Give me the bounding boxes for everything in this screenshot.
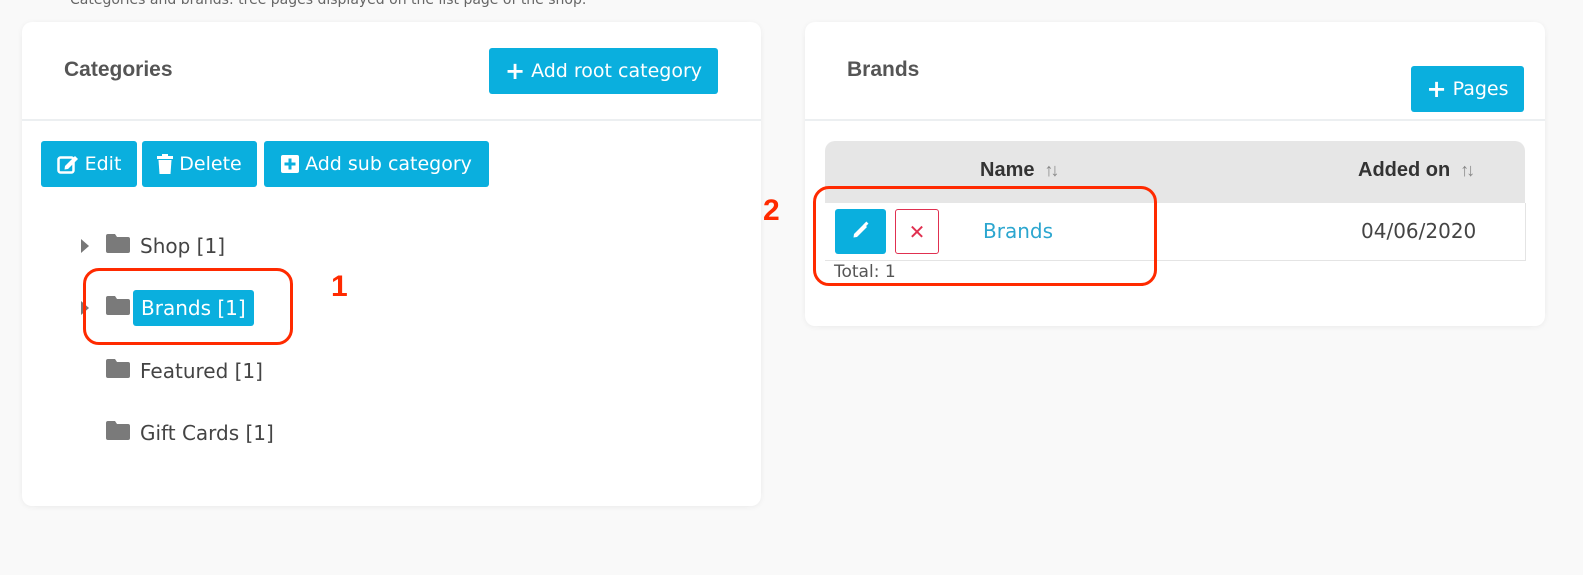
categories-card: Categories + Add root category Edit Dele… (22, 22, 761, 506)
tree-node-shop[interactable]: Shop [1] (22, 233, 422, 259)
add-root-category-button[interactable]: + Add root category (489, 48, 718, 94)
plus-square-icon (281, 155, 300, 173)
categories-header: Categories + Add root category (22, 22, 761, 121)
plus-icon: + (504, 57, 526, 85)
brands-card: Brands + Pages Name ↑↓ Added on ↑↓ ✕ Bra… (805, 22, 1545, 326)
brands-title: Brands (847, 58, 920, 81)
brands-header: Brands + Pages (805, 22, 1545, 121)
column-label: Added on (1358, 159, 1451, 181)
pages-label: Pages (1452, 78, 1509, 100)
page-description: Categories and brands: tree pages displa… (70, 0, 587, 8)
column-name-header[interactable]: Name ↑↓ (980, 159, 1059, 182)
annotation-number-1: 1 (331, 270, 348, 303)
tree-node-featured[interactable]: Featured [1] (22, 358, 422, 384)
pencil-icon (852, 221, 870, 243)
tree-label-selected: Brands [1] (133, 290, 254, 326)
categories-title: Categories (64, 58, 173, 81)
folder-icon (106, 296, 130, 320)
row-added-on: 04/06/2020 (1361, 219, 1477, 243)
row-name-link[interactable]: Brands (983, 219, 1053, 243)
sort-icon[interactable]: ↑↓ (1044, 160, 1059, 181)
caret-right-icon[interactable] (81, 301, 89, 315)
delete-button[interactable]: Delete (142, 141, 257, 187)
plus-icon: + (1426, 75, 1447, 103)
total-count: Total: 1 (834, 262, 896, 282)
add-sub-category-label: Add sub category (305, 153, 472, 175)
annotation-number-2: 2 (763, 194, 780, 227)
tree-label: Gift Cards [1] (140, 421, 274, 445)
row-delete-button[interactable]: ✕ (895, 209, 939, 254)
folder-icon (106, 234, 130, 258)
sort-icon[interactable]: ↑↓ (1460, 160, 1475, 181)
folder-icon (106, 421, 130, 445)
caret-right-icon[interactable] (81, 239, 89, 253)
tree-label: Shop [1] (140, 234, 225, 258)
close-icon: ✕ (908, 219, 926, 244)
add-root-category-label: Add root category (531, 60, 703, 82)
tree-label: Featured [1] (140, 359, 263, 383)
edit-icon (56, 154, 79, 174)
delete-label: Delete (179, 153, 242, 175)
table-header: Name ↑↓ Added on ↑↓ (825, 141, 1525, 203)
folder-icon (106, 359, 130, 383)
add-sub-category-button[interactable]: Add sub category (264, 141, 489, 187)
trash-icon (157, 154, 174, 174)
tree-node-gift-cards[interactable]: Gift Cards [1] (22, 420, 422, 446)
row-edit-button[interactable] (835, 209, 886, 254)
column-added-on-header[interactable]: Added on ↑↓ (1358, 159, 1475, 182)
table-row: ✕ Brands 04/06/2020 (825, 203, 1526, 261)
edit-label: Edit (84, 153, 122, 175)
add-pages-button[interactable]: + Pages (1411, 66, 1524, 112)
tree-node-brands[interactable]: Brands [1] (22, 290, 422, 326)
column-label: Name (980, 159, 1035, 181)
edit-button[interactable]: Edit (41, 141, 137, 187)
